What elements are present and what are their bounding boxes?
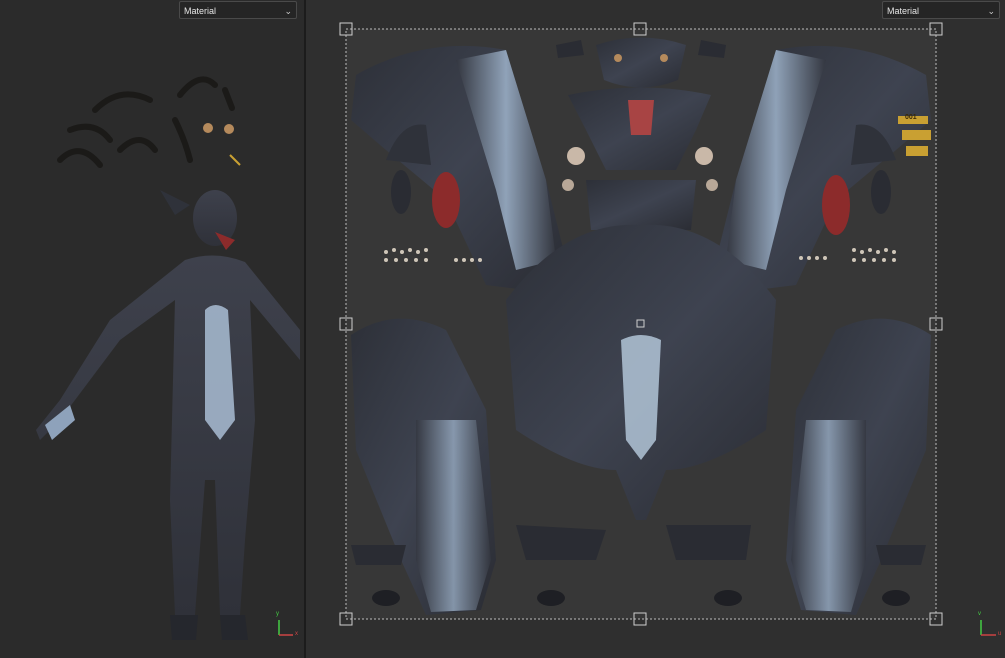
axis-gizmo-uv [980, 620, 996, 636]
island-id-label: 001 [905, 114, 917, 121]
uv-axis-label-u: u [998, 631, 1002, 637]
axis-label-x: x [295, 631, 298, 637]
character-model-render [36, 76, 300, 640]
uv-axis-label-v: v [978, 611, 981, 617]
uv-layout-canvas [339, 22, 996, 636]
uv-editor[interactable]: Material ⌄ 001 v u [306, 0, 1005, 658]
eye-mesh-left [203, 123, 213, 133]
character-body [36, 190, 300, 640]
orange-mesh-piece [229, 154, 241, 166]
3d-viewport[interactable]: Material ⌄ y x [0, 0, 304, 658]
axis-gizmo-3d [278, 620, 293, 636]
axis-label-y: y [276, 611, 279, 617]
eye-mesh-right [224, 124, 234, 134]
horns-mesh [57, 76, 235, 168]
